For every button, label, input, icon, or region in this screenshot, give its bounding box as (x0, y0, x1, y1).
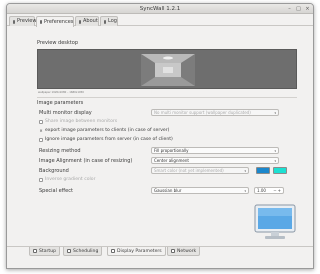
checkbox-icon (39, 177, 43, 182)
preferences-panel: Preview desktop wallpaper 1920x1080 – 16… (29, 34, 305, 242)
ignore-params-label: Ignore image parameters from server (in … (45, 137, 173, 142)
ignore-params-checkbox[interactable]: Ignore image parameters from server (in … (39, 137, 173, 142)
special-effect-value: Gaussian blur (154, 188, 182, 193)
image-alignment-value: Center alignment (154, 158, 189, 163)
background-label: Background (39, 168, 69, 174)
tab-about-label: About (83, 18, 98, 24)
image-alignment-label: Image Alignment (in case of resizing) (39, 158, 133, 164)
inverse-gradient-checkbox[interactable]: Inverse gradient color (39, 177, 96, 182)
desktop-preview (37, 49, 297, 89)
effect-amount-value: 1.00 (257, 188, 266, 193)
minimize-button[interactable]: – (286, 6, 293, 12)
tab-network[interactable]: Network (167, 247, 201, 256)
resizing-method-label: Resizing method (39, 148, 81, 154)
background-select[interactable]: Smart color (not yet implemented) ▾ (151, 167, 249, 174)
preferences-icon (40, 20, 42, 24)
close-button[interactable]: × (304, 6, 311, 12)
bottom-tab-bar: Startup Scheduling Display Parameters Ne… (7, 246, 313, 256)
background-color-2-button[interactable] (273, 167, 287, 174)
multi-monitor-label: Multi monitor display (39, 110, 92, 116)
image-parameters-heading: Image parameters (37, 100, 84, 106)
tab-log[interactable]: Log (100, 16, 118, 26)
tab-display-parameters[interactable]: Display Parameters (107, 247, 166, 256)
tab-network-label: Network (177, 248, 197, 254)
special-effect-label: Special effect (39, 188, 73, 194)
wallpaper-thumbnail (141, 54, 195, 86)
spinner-buttons-icon: −+ (273, 188, 282, 193)
export-params-checkbox[interactable]: × export image parameters to clients (in… (39, 128, 169, 133)
tab-startup-label: Startup (39, 248, 57, 254)
tab-preview-label: Preview (17, 18, 37, 24)
image-alignment-select[interactable]: Center alignment ▾ (151, 157, 279, 164)
log-icon (104, 19, 106, 24)
multi-monitor-select[interactable]: No multi monitor support (wallpaper dupl… (151, 109, 279, 116)
chevron-down-icon: ▾ (244, 169, 246, 173)
window-title: SyncWall 1.2.1 (139, 6, 181, 12)
export-params-label: export image parameters to clients (in c… (45, 128, 170, 133)
display-icon (111, 249, 115, 253)
preview-heading: Preview desktop (37, 40, 78, 46)
checkbox-icon (39, 137, 43, 142)
checkbox-icon (39, 119, 43, 124)
effect-amount-spinner[interactable]: 1.00 −+ (254, 187, 284, 194)
tab-about[interactable]: About (75, 16, 99, 26)
top-tab-bar: Preview Preferences About Log (7, 15, 313, 27)
tab-scheduling-label: Scheduling (73, 248, 99, 254)
multi-monitor-value: No multi monitor support (wallpaper dupl… (154, 110, 251, 115)
share-between-monitors-checkbox[interactable]: Share image between monitors (39, 119, 117, 124)
preview-caption: wallpaper 1920x1080 – 1680x1050 (38, 91, 84, 94)
tab-startup[interactable]: Startup (29, 247, 61, 256)
chevron-down-icon: ▾ (274, 159, 276, 163)
chevron-down-icon: ▾ (244, 189, 246, 193)
tab-display-parameters-label: Display Parameters (117, 248, 162, 254)
scheduling-icon (67, 249, 71, 253)
special-effect-select[interactable]: Gaussian blur ▾ (151, 187, 249, 194)
inverse-gradient-label: Inverse gradient color (45, 177, 96, 182)
tab-log-label: Log (108, 18, 117, 24)
share-between-monitors-label: Share image between monitors (45, 119, 118, 124)
separator (37, 97, 297, 98)
background-value: Smart color (not yet implemented) (154, 168, 224, 173)
app-window: SyncWall 1.2.1 – □ × Preview Preferences… (6, 3, 314, 269)
resizing-method-select[interactable]: Fill proportionally ▾ (151, 147, 279, 154)
about-icon (79, 19, 81, 24)
startup-icon (33, 249, 37, 253)
chevron-down-icon: ▾ (274, 111, 276, 115)
chevron-down-icon: ▾ (274, 149, 276, 153)
checkmark-icon: × (39, 127, 43, 133)
monitor-icon (254, 204, 296, 239)
tab-scheduling[interactable]: Scheduling (63, 247, 103, 256)
tab-preview[interactable]: Preview (9, 16, 37, 26)
tab-preferences-label: Preferences (44, 18, 74, 25)
title-bar[interactable]: SyncWall 1.2.1 – □ × (7, 4, 313, 14)
resizing-method-value: Fill proportionally (154, 148, 189, 153)
preview-icon (13, 19, 15, 24)
tab-preferences[interactable]: Preferences (36, 16, 74, 27)
background-color-1-button[interactable] (256, 167, 270, 174)
network-icon (171, 249, 175, 253)
maximize-button[interactable]: □ (295, 6, 302, 12)
